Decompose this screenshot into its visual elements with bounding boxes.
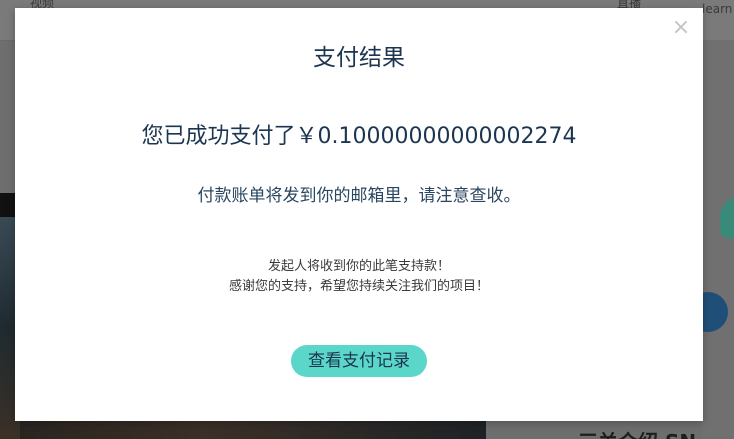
background-right-panel [702, 40, 734, 439]
payment-result-dialog: × 支付结果 您已成功支付了￥0.10000000000002274 付款账单将… [15, 8, 703, 421]
page: 视频 直播 learn 三关介绍 SN × 支付结果 您已成功支付了￥0.100… [0, 0, 734, 439]
view-payment-records-button[interactable]: 查看支付记录 [291, 345, 427, 377]
thanks-message: 发起人将收到你的此笔支持款！ 感谢您的支持，希望您持续关注我们的项目！ [15, 257, 703, 297]
thanks-line-1: 发起人将收到你的此笔支持款！ [267, 259, 450, 274]
payment-success-message: 您已成功支付了￥0.10000000000002274 [141, 124, 577, 149]
thanks-line-2: 感谢您的支持，希望您持续关注我们的项目！ [228, 279, 489, 294]
background-section-title: 三关介绍 SN [578, 426, 696, 439]
close-icon[interactable]: × [671, 17, 691, 39]
bill-email-notice: 付款账单将发到你的邮箱里，请注意查收。 [197, 186, 521, 206]
background-photo-strip [20, 420, 486, 439]
background-nav-learn: learn [702, 2, 733, 16]
dialog-title: 支付结果 [313, 45, 405, 71]
